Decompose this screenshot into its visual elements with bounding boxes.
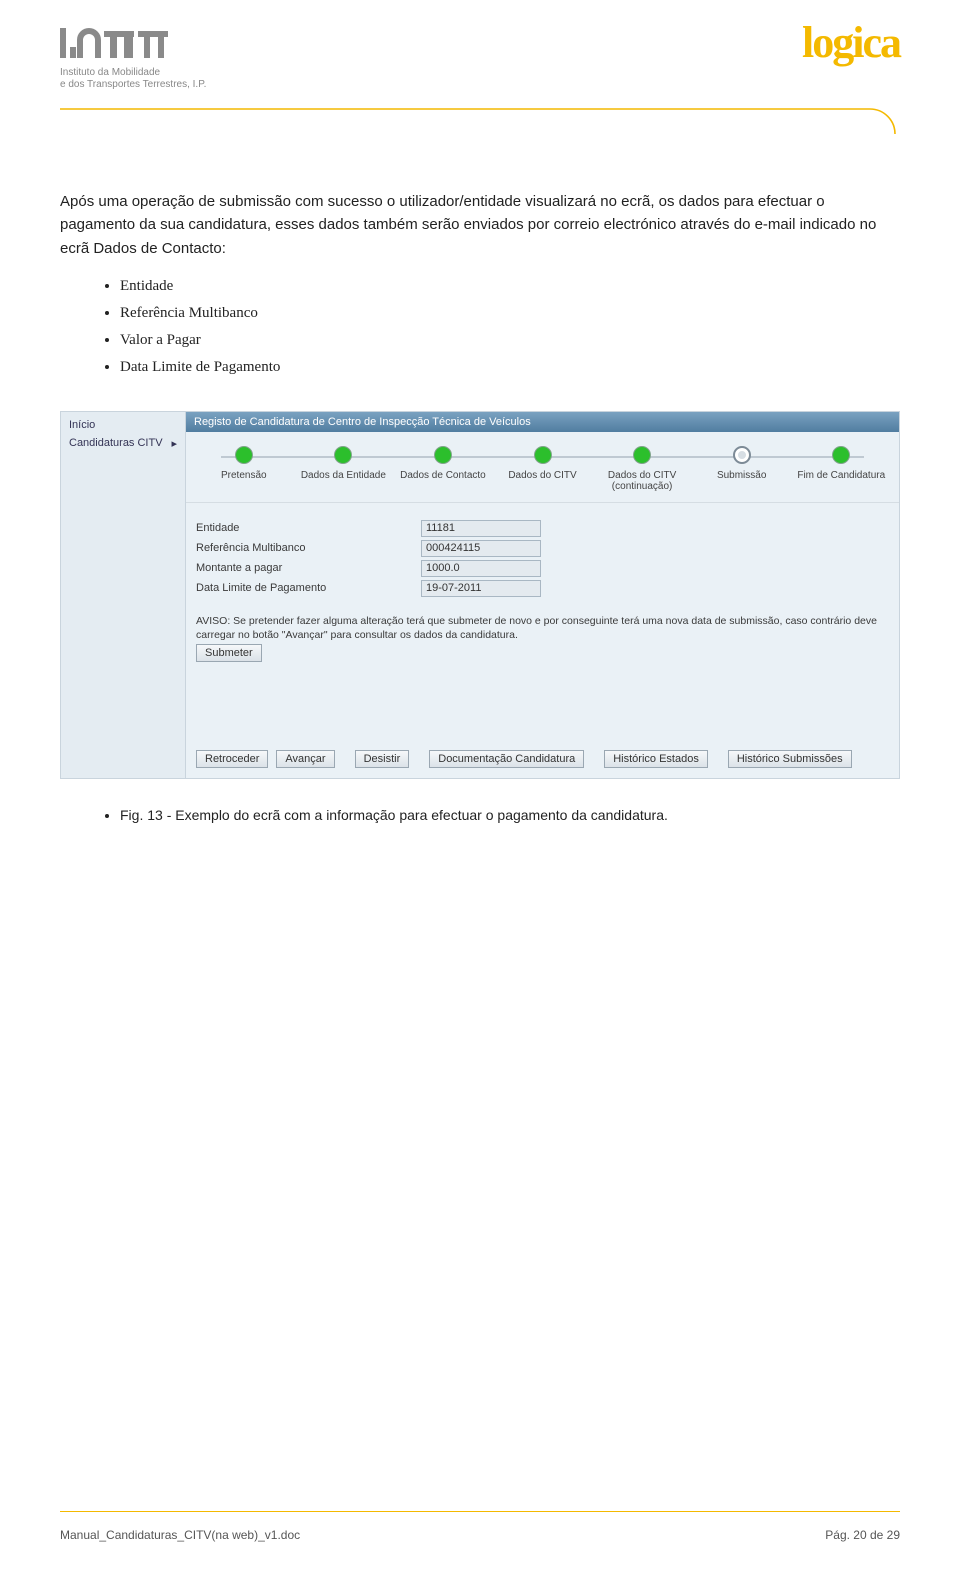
imtt-logo-graphic [60,25,206,63]
wizard-step-pretensao[interactable]: Pretensão [194,446,294,481]
wizard-step-dados-citv[interactable]: Dados do CITV [493,446,593,481]
wizard-step-submissao[interactable]: Submissão [692,446,792,481]
label-referencia: Referência Multibanco [196,542,421,554]
bottom-button-row: Retroceder Avançar Desistir Documentação… [186,680,899,778]
wizard-step-dados-entidade[interactable]: Dados da Entidade [294,446,394,481]
payment-fields-list: Entidade Referência Multibanco Valor a P… [60,278,900,376]
input-montante[interactable] [421,560,541,577]
label-entidade: Entidade [196,522,421,534]
bullet-entidade: Entidade [120,278,900,295]
bullet-valor: Valor a Pagar [120,332,900,349]
wizard-step-label: Dados de Contacto [395,470,491,481]
input-entidade[interactable] [421,520,541,537]
wizard-step-label: Submissão [694,470,790,481]
step-dot-icon [235,446,253,464]
imtt-subtitle-line2: e dos Transportes Terrestres, I.P. [60,79,206,91]
wizard-step-label: Dados do CITV (continuação) [594,470,690,492]
app-screenshot: Início Candidaturas CITV ▸ Registo de Ca… [60,411,900,779]
submit-button-row: Submeter [186,644,899,680]
footer-page-number: Pág. 20 de 29 [825,1528,900,1542]
wizard-step-dados-contacto[interactable]: Dados de Contacto [393,446,493,481]
imtt-logo: Instituto da Mobilidade e dos Transporte… [60,25,206,91]
imtt-subtitle-line1: Instituto da Mobilidade [60,67,206,79]
submeter-button[interactable]: Submeter [196,644,262,662]
logica-logo: logica [802,25,900,60]
step-dot-icon [534,446,552,464]
step-dot-icon [334,446,352,464]
sidebar-item-inicio[interactable]: Início [61,416,185,434]
bullet-data-limite: Data Limite de Pagamento [120,359,900,376]
app-main: Registo de Candidatura de Centro de Insp… [186,412,899,778]
sidebar-item-label: Início [69,419,95,431]
app-titlebar: Registo de Candidatura de Centro de Insp… [186,412,899,432]
page-header: Instituto da Mobilidade e dos Transporte… [60,25,900,91]
step-dot-icon [832,446,850,464]
input-data-limite[interactable] [421,580,541,597]
step-dot-icon [434,446,452,464]
wizard-step-label: Dados do CITV [495,470,591,481]
app-sidebar: Início Candidaturas CITV ▸ [61,412,186,778]
wizard-step-fim[interactable]: Fim de Candidatura [791,446,891,481]
wizard-step-label: Dados da Entidade [296,470,392,481]
figure-caption-list: Fig. 13 - Exemplo do ecrã com a informaç… [60,807,900,823]
chevron-right-icon: ▸ [171,437,177,450]
page-footer: Manual_Candidaturas_CITV(na web)_v1.doc … [60,1528,900,1542]
wizard-step-dados-citv-cont[interactable]: Dados do CITV (continuação) [592,446,692,492]
intro-paragraph: Após uma operação de submissão com suces… [60,190,900,260]
label-montante: Montante a pagar [196,562,421,574]
step-dot-icon [633,446,651,464]
retroceder-button[interactable]: Retroceder [196,750,268,768]
bullet-referencia: Referência Multibanco [120,305,900,322]
wizard-step-label: Pretensão [196,470,292,481]
sidebar-item-label: Candidaturas CITV [69,437,163,449]
aviso-text: AVISO: Se pretender fazer alguma alteraç… [186,606,899,644]
payment-form: Entidade Referência Multibanco Montante … [186,503,899,606]
header-divider [60,107,900,135]
historico-estados-button[interactable]: Histórico Estados [604,750,708,768]
sidebar-item-candidaturas[interactable]: Candidaturas CITV ▸ [61,434,185,453]
footer-filename: Manual_Candidaturas_CITV(na web)_v1.doc [60,1528,300,1542]
wizard-step-label: Fim de Candidatura [793,470,889,481]
label-data-limite: Data Limite de Pagamento [196,582,421,594]
input-referencia[interactable] [421,540,541,557]
desistir-button[interactable]: Desistir [355,750,410,768]
documentacao-button[interactable]: Documentação Candidatura [429,750,584,768]
historico-submissoes-button[interactable]: Histórico Submissões [728,750,852,768]
figure-caption: Fig. 13 - Exemplo do ecrã com a informaç… [120,807,900,823]
footer-divider [60,1511,900,1512]
avancar-button[interactable]: Avançar [276,750,334,768]
wizard-steps: Pretensão Dados da Entidade Dados de Con… [186,432,899,503]
step-dot-current-icon [733,446,751,464]
